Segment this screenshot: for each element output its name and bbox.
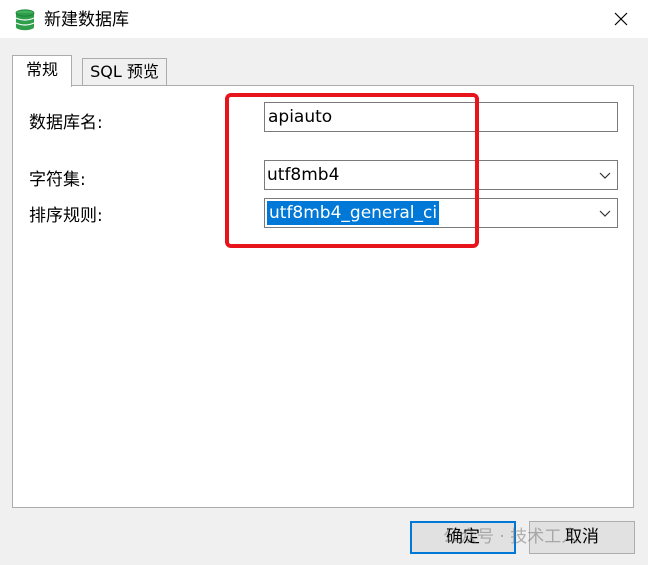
tab-general[interactable]: 常规	[12, 55, 72, 87]
tab-sql-preview[interactable]: SQL 预览	[82, 58, 167, 85]
ok-button[interactable]: 确定	[410, 521, 516, 554]
red-highlight-box	[225, 93, 479, 248]
window-title: 新建数据库	[44, 10, 129, 30]
charset-label: 字符集:	[29, 170, 86, 190]
cancel-button[interactable]: 取消	[529, 521, 635, 554]
title-bar: 新建数据库	[0, 0, 648, 38]
new-database-dialog: 新建数据库 常规 SQL 预览 数据库名: apiauto 字符集: utf8m…	[0, 0, 648, 565]
collation-label: 排序规则:	[29, 206, 103, 226]
chevron-down-icon	[599, 172, 611, 179]
close-icon	[614, 12, 628, 26]
db-name-label: 数据库名:	[29, 113, 103, 133]
close-button[interactable]	[598, 4, 644, 34]
chevron-down-icon	[599, 210, 611, 217]
database-icon	[15, 9, 35, 31]
